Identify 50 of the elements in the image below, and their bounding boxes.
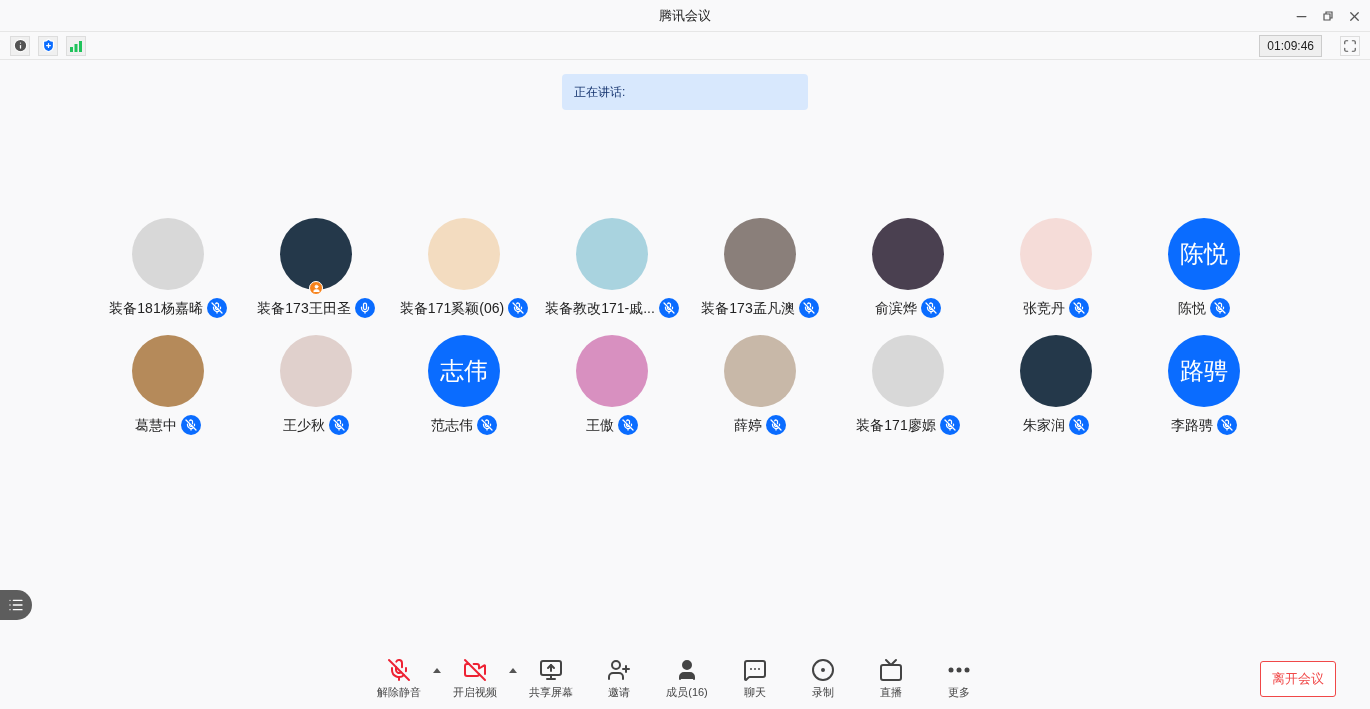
participant-name: 王少秋 <box>283 415 325 435</box>
participant-name: 装备171奚颖(06) <box>399 298 505 318</box>
participant-name: 张竞丹 <box>1023 298 1065 318</box>
toolbar-button[interactable]: 直播 <box>857 654 925 704</box>
toolbar-button[interactable]: 录制 <box>789 654 857 704</box>
restore-icon[interactable] <box>1321 9 1335 23</box>
toolbar-button[interactable]: 共享屏幕 <box>517 654 585 704</box>
participant-name: 装备教改171-戚... <box>545 298 655 318</box>
avatar-initials: 路骋 <box>1168 335 1240 407</box>
toolbar-button[interactable]: 聊天 <box>721 654 789 704</box>
participant-name: 俞滨烨 <box>875 298 917 318</box>
add-user-icon <box>607 657 631 682</box>
shield-icon <box>40 38 56 53</box>
toolbar-button[interactable]: 开启视频 <box>441 654 509 704</box>
participant-name: 葛慧中 <box>135 415 177 435</box>
info-button[interactable] <box>10 35 30 56</box>
fullscreen-button[interactable] <box>1340 35 1360 56</box>
chat-icon <box>743 657 767 682</box>
participant-name: 薛婷 <box>734 415 762 435</box>
signal-bars-icon <box>69 39 83 52</box>
record-icon <box>811 657 835 682</box>
speaking-label: 正在讲话: <box>574 84 626 101</box>
participant-name: 范志伟 <box>431 415 473 435</box>
window-title: 腾讯会议 <box>659 6 711 25</box>
toolbar-button[interactable]: 更多 <box>925 654 993 704</box>
participant-name: 装备173孟凡澳 <box>701 298 795 318</box>
participant-name: 陈悦 <box>1178 298 1206 318</box>
more-icon <box>948 666 970 673</box>
list-icon <box>8 597 24 613</box>
participant-name: 王傲 <box>586 415 614 435</box>
leave-meeting-button[interactable]: 离开会议 <box>1260 661 1336 697</box>
avatar-initials: 志伟 <box>428 335 500 407</box>
participant-name: 装备181杨嘉晞 <box>109 298 203 318</box>
security-button[interactable] <box>38 35 58 56</box>
fullscreen-icon <box>1343 38 1357 53</box>
toolbar-button[interactable]: 解除静音 <box>365 654 433 704</box>
list-button[interactable] <box>0 590 32 620</box>
tv-icon <box>879 657 903 682</box>
participant-name: 李路骋 <box>1171 415 1213 435</box>
participant-name: 装备173王田圣 <box>257 298 351 318</box>
share-screen-icon <box>539 657 563 682</box>
caret-icon[interactable] <box>433 668 441 673</box>
participant-name: 朱家润 <box>1023 415 1065 435</box>
participant-name: 装备171廖嫄 <box>856 415 936 435</box>
meeting-timer: 01:09:46 <box>1259 34 1322 57</box>
avatar-initials: 陈悦 <box>1168 218 1240 290</box>
toolbar-button[interactable]: 邀请 <box>585 654 653 704</box>
caret-icon[interactable] <box>509 668 517 673</box>
info-icon <box>12 38 28 53</box>
toolbar-button[interactable]: 成员(16) <box>653 654 721 704</box>
